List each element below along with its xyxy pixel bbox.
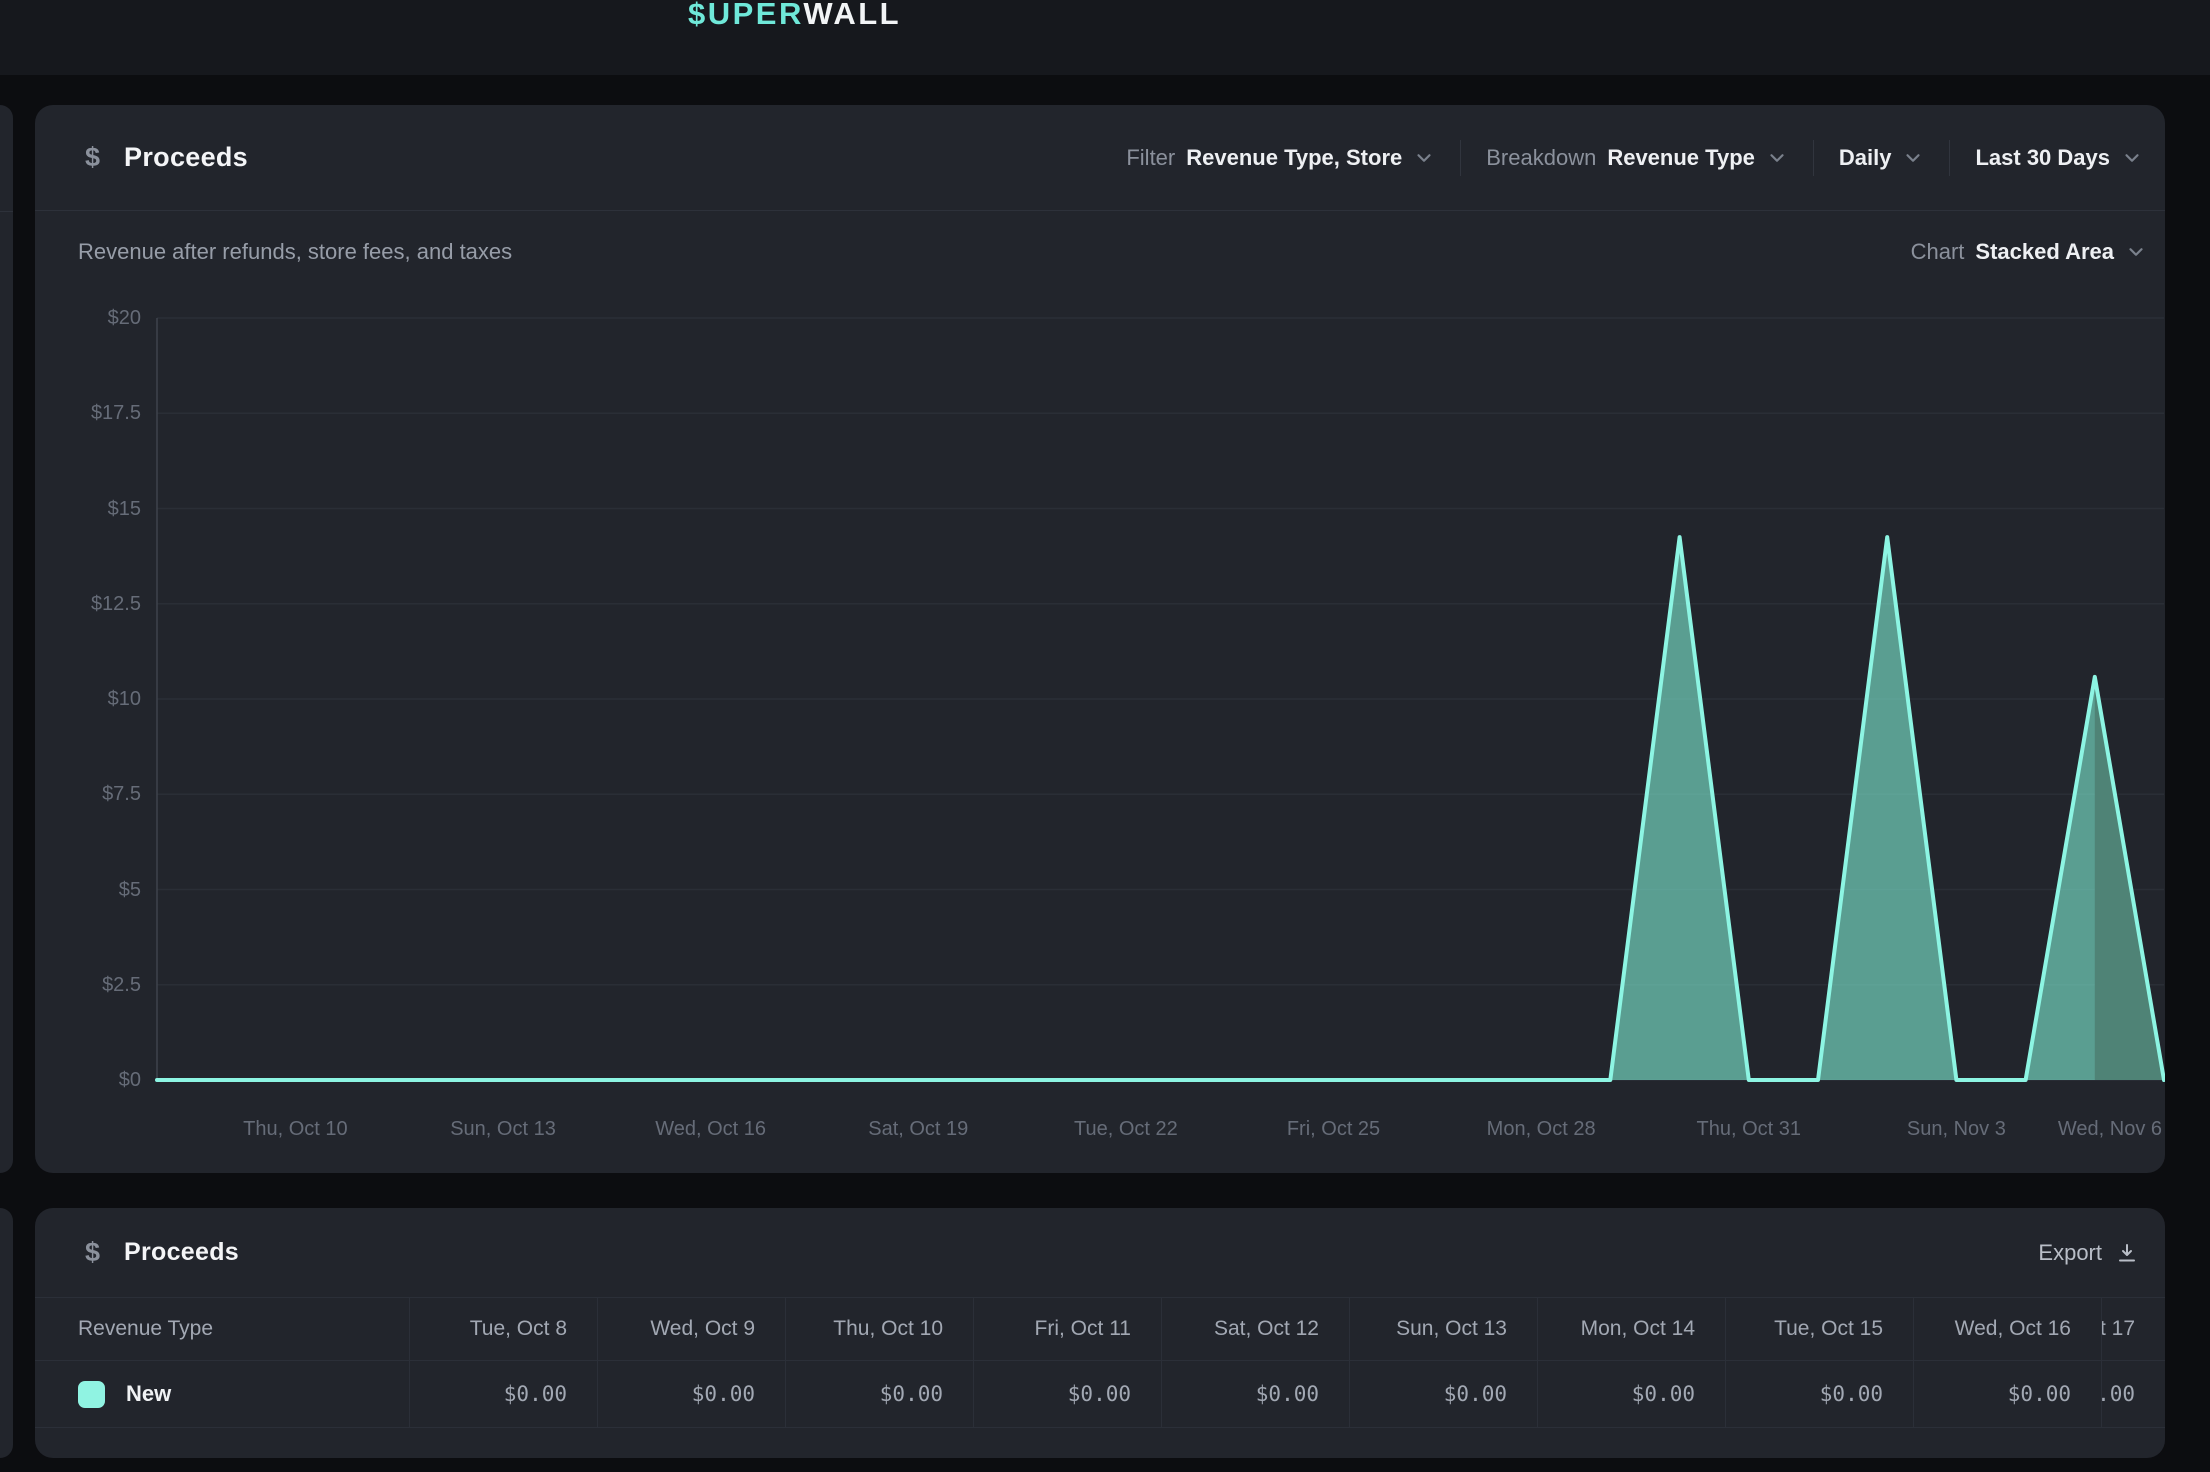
table-card-title: Proceeds	[124, 1238, 239, 1267]
y-axis-tick: $7.5	[35, 781, 141, 807]
x-axis-tick: Sat, Oct 19	[808, 1114, 1028, 1144]
chart-subheader: Revenue after refunds, store fees, and t…	[35, 212, 2165, 292]
column-header-date: Tue, Oct 8	[409, 1298, 597, 1360]
y-axis-tick: $0	[35, 1067, 141, 1093]
column-header-date: Mon, Oct 14	[1537, 1298, 1725, 1360]
adjacent-card-left-edge	[0, 1208, 13, 1458]
column-header-date: Wed, Oct 16	[1913, 1298, 2101, 1360]
value-cell: $0.00	[1537, 1361, 1725, 1427]
row-label-cell: New	[35, 1361, 409, 1427]
logo-accent-text: $UPER	[688, 0, 803, 31]
y-axis-tick: $10	[35, 686, 141, 712]
top-nav-bar: $UPERWALL	[0, 0, 2210, 75]
divider	[1949, 140, 1950, 176]
chart-controls: Filter Revenue Type, Store Breakdown Rev…	[1126, 140, 2143, 176]
breakdown-dropdown[interactable]: Breakdown Revenue Type	[1486, 145, 1788, 171]
y-axis-tick: $15	[35, 496, 141, 522]
chart-subtitle: Revenue after refunds, store fees, and t…	[78, 239, 512, 265]
value-cell: $0.00	[2101, 1361, 2165, 1427]
chevron-down-icon	[1766, 147, 1788, 169]
filter-value: Revenue Type, Store	[1186, 145, 1402, 171]
chart-card-title: Proceeds	[124, 142, 248, 173]
dollar-icon: $	[85, 1237, 100, 1268]
proceeds-chart-card: $ Proceeds Filter Revenue Type, Store Br…	[35, 105, 2165, 1173]
value-cell: $0.00	[1725, 1361, 1913, 1427]
download-icon	[2115, 1241, 2139, 1265]
x-axis-tick: Wed, Nov 6	[1942, 1114, 2162, 1144]
adjacent-card-divider	[0, 211, 13, 212]
table-card-header: $ Proceeds Export	[35, 1208, 2165, 1297]
breakdown-value: Revenue Type	[1607, 145, 1755, 171]
chevron-down-icon	[1902, 147, 1924, 169]
y-axis-tick: $12.5	[35, 591, 141, 617]
column-header-revenue-type: Revenue Type	[35, 1298, 409, 1360]
series-color-swatch	[78, 1381, 105, 1408]
value-cell: $0.00	[1161, 1361, 1349, 1427]
value-cell: $0.00	[597, 1361, 785, 1427]
column-header-date: Sun, Oct 13	[1349, 1298, 1537, 1360]
column-header-date: Fri, Oct 11	[973, 1298, 1161, 1360]
granularity-dropdown[interactable]: Daily	[1839, 145, 1925, 171]
chevron-down-icon	[2125, 241, 2147, 263]
y-axis-tick: $2.5	[35, 972, 141, 998]
x-axis-tick: Fri, Oct 25	[1224, 1114, 1444, 1144]
adjacent-card-left-edge	[0, 105, 13, 1173]
table-row: New$0.00$0.00$0.00$0.00$0.00$0.00$0.00$0…	[35, 1361, 2165, 1428]
chart-type-value: Stacked Area	[1975, 239, 2114, 265]
divider	[1813, 140, 1814, 176]
value-cell: $0.00	[973, 1361, 1161, 1427]
export-button[interactable]: Export	[2038, 1240, 2139, 1266]
y-axis-tick: $17.5	[35, 400, 141, 426]
y-axis-tick: $20	[35, 305, 141, 331]
dollar-icon: $	[85, 142, 100, 173]
y-axis-tick: $5	[35, 877, 141, 903]
chart-type-dropdown[interactable]: Chart Stacked Area	[1911, 239, 2147, 265]
superwall-logo[interactable]: $UPERWALL	[688, 0, 901, 32]
column-header-date: Tue, Oct 15	[1725, 1298, 1913, 1360]
column-header-date: Thu, Oct 10	[785, 1298, 973, 1360]
value-cell: $0.00	[409, 1361, 597, 1427]
x-axis-tick: Wed, Oct 16	[601, 1114, 821, 1144]
chart-card-header: $ Proceeds Filter Revenue Type, Store Br…	[35, 105, 2165, 211]
column-header-date: Wed, Oct 9	[597, 1298, 785, 1360]
export-label: Export	[2038, 1240, 2102, 1266]
x-axis-tick: Sun, Oct 13	[393, 1114, 613, 1144]
value-cell: $0.00	[1349, 1361, 1537, 1427]
column-header-date: Sat, Oct 12	[1161, 1298, 1349, 1360]
column-header-date: Thu, Oct 17	[2101, 1298, 2165, 1360]
divider	[1460, 140, 1461, 176]
value-cell: $0.00	[1913, 1361, 2101, 1427]
breakdown-label: Breakdown	[1486, 145, 1596, 171]
value-cell: $0.00	[785, 1361, 973, 1427]
chevron-down-icon	[1413, 147, 1435, 169]
logo-rest-text: WALL	[803, 0, 901, 31]
proceeds-table-card: $ Proceeds Export Revenue TypeTue, Oct 8…	[35, 1208, 2165, 1458]
chevron-down-icon	[2121, 147, 2143, 169]
filter-label: Filter	[1126, 145, 1175, 171]
series-name: New	[126, 1381, 171, 1407]
x-axis-tick: Tue, Oct 22	[1016, 1114, 1236, 1144]
granularity-value: Daily	[1839, 145, 1892, 171]
chart-type-label: Chart	[1911, 239, 1965, 265]
x-axis-tick: Thu, Oct 31	[1639, 1114, 1859, 1144]
filter-dropdown[interactable]: Filter Revenue Type, Store	[1126, 145, 1435, 171]
date-range-value: Last 30 Days	[1975, 145, 2110, 171]
date-range-dropdown[interactable]: Last 30 Days	[1975, 145, 2143, 171]
x-axis-tick: Thu, Oct 10	[185, 1114, 405, 1144]
table-header-row: Revenue TypeTue, Oct 8Wed, Oct 9Thu, Oct…	[35, 1297, 2165, 1361]
x-axis-tick: Mon, Oct 28	[1431, 1114, 1651, 1144]
